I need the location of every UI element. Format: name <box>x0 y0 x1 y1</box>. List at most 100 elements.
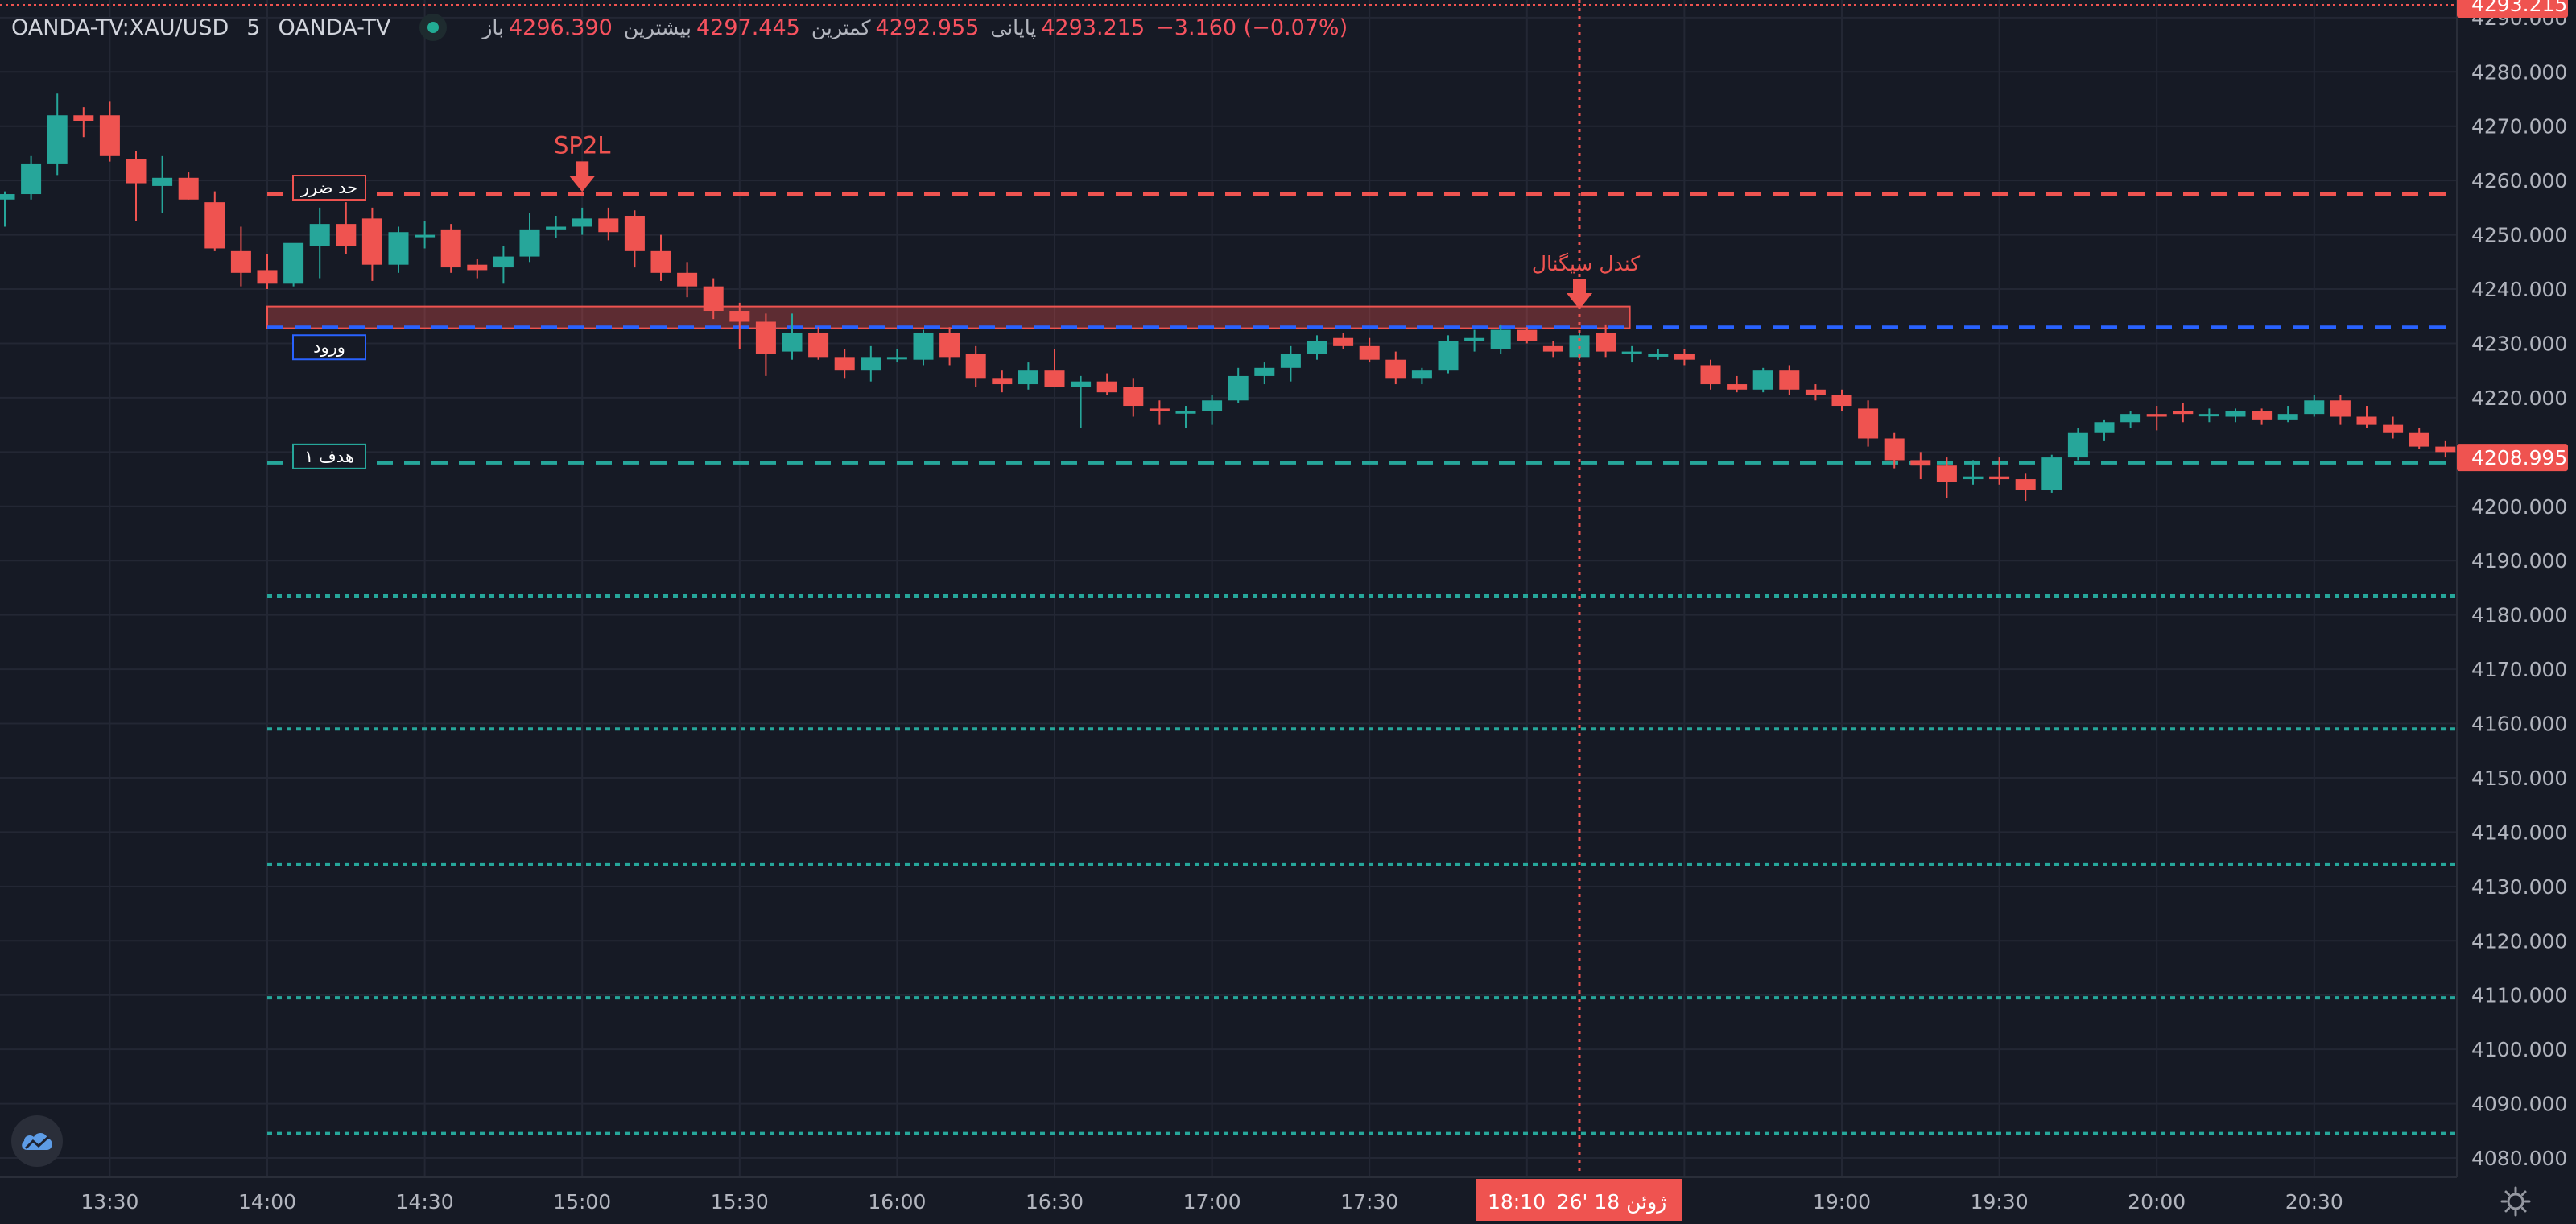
x-tick-label: 17:30 <box>1340 1190 1398 1214</box>
candle-body <box>1936 465 1957 482</box>
candle-body <box>126 159 147 184</box>
y-tick-label: 4080.000 <box>2471 1147 2567 1170</box>
candle-body <box>1910 460 1931 466</box>
data-source: OANDA-TV <box>278 14 391 40</box>
x-tick-label: 19:00 <box>1813 1190 1871 1214</box>
candle-body <box>2304 400 2325 415</box>
change-value: −3.160 (−0.07%) <box>1156 14 1348 40</box>
close-value: 4293.215 <box>1041 14 1146 40</box>
candle-body <box>230 250 251 273</box>
candle-body <box>703 286 724 312</box>
candle-body <box>257 270 278 284</box>
candle-body <box>1228 375 1249 401</box>
candle-body <box>861 357 881 371</box>
candle-body <box>913 332 934 360</box>
y-tick-label: 4220.000 <box>2471 387 2567 410</box>
last-price-label: 4208.995 <box>2471 446 2567 469</box>
candle-body <box>729 311 750 322</box>
candle-body <box>1596 332 1616 352</box>
stop-loss-label: حد ضرر <box>300 178 357 197</box>
candle-body <box>152 177 173 186</box>
candle-body <box>2067 432 2088 458</box>
y-tick-label: 4280.000 <box>2471 60 2567 84</box>
symbol-header: OANDA-TV:XAU/USD 5 OANDA-TV باز 4296.390… <box>11 11 1348 43</box>
open-label: باز <box>482 15 504 39</box>
y-tick-label: 4100.000 <box>2471 1038 2567 1061</box>
y-tick-label: 4140.000 <box>2471 821 2567 844</box>
x-tick-label: 16:00 <box>868 1190 926 1214</box>
candle-body <box>2330 400 2351 417</box>
candle-body <box>1727 384 1748 390</box>
grid <box>0 0 2473 1177</box>
candle-body <box>0 194 15 200</box>
candle-body <box>440 229 461 268</box>
candle-body <box>2041 457 2062 490</box>
x-tick-label: 13:30 <box>80 1190 138 1214</box>
y-tick-label: 4090.000 <box>2471 1093 2567 1116</box>
y-tick-label: 4120.000 <box>2471 929 2567 953</box>
candle-body <box>73 115 94 121</box>
candle-body <box>1674 354 1695 360</box>
candle-body <box>886 357 907 360</box>
x-tick-label: 14:30 <box>396 1190 454 1214</box>
candle-body <box>1542 345 1563 352</box>
x-tick-label: 19:30 <box>1971 1190 2029 1214</box>
y-tick-label: 4150.000 <box>2471 767 2567 790</box>
x-tick-label: 17:00 <box>1183 1190 1241 1214</box>
candle-body <box>2173 411 2194 415</box>
y-tick-label: 4160.000 <box>2471 713 2567 736</box>
target-1-label: هدف ۱ <box>304 447 354 466</box>
y-tick-label: 4260.000 <box>2471 169 2567 192</box>
entry-label: ورود <box>313 337 345 357</box>
candle-body <box>336 224 357 246</box>
candle-body <box>2252 411 2273 420</box>
y-tick-label: 4110.000 <box>2471 984 2567 1007</box>
candle-body <box>677 272 698 287</box>
x-tick-label: 16:30 <box>1026 1190 1084 1214</box>
x-tick-label: 20:00 <box>2128 1190 2186 1214</box>
y-tick-label: 4270.000 <box>2471 115 2567 139</box>
high-label: بیشترین <box>623 15 691 39</box>
candle-body <box>519 229 540 257</box>
sp2l-arrow-icon <box>569 161 596 192</box>
candle-body <box>309 224 330 246</box>
low-label: کمترین <box>811 15 871 39</box>
candle-body <box>2198 414 2219 417</box>
candle-body <box>1517 329 1538 341</box>
candle-body <box>1096 381 1117 393</box>
candlestick-chart[interactable]: حد ضرر ورود هدف ۱ SP2L کندل سیگنال 4290.0004… <box>0 0 2576 1224</box>
candle-body <box>572 218 592 227</box>
interval[interactable]: 5 <box>246 15 260 40</box>
candle-body <box>965 354 986 379</box>
candle-body <box>992 378 1013 385</box>
candle-body <box>1989 476 2010 480</box>
y-tick-label: 4190.000 <box>2471 549 2567 573</box>
tradingview-cloud-icon[interactable] <box>11 1115 63 1167</box>
symbol-name[interactable]: OANDA-TV:XAU/USD <box>11 15 229 40</box>
candle-body <box>2435 446 2456 453</box>
sp2l-label: SP2L <box>554 131 611 159</box>
y-tick-label: 4240.000 <box>2471 278 2567 301</box>
low-value: 4292.955 <box>875 14 980 40</box>
signal-candle-arrow-icon <box>1567 279 1592 310</box>
candle-body <box>1438 341 1459 371</box>
x-tick-label: 15:30 <box>711 1190 769 1214</box>
gear-icon[interactable] <box>2500 1185 2532 1218</box>
candle-body <box>1621 351 1642 354</box>
candle-body <box>1805 389 1826 395</box>
y-tick-label: 4180.000 <box>2471 604 2567 627</box>
annotations: حد ضرر ورود هدف ۱ SP2L کندل سیگنال <box>0 0 2457 1177</box>
candle-body <box>1018 370 1038 385</box>
candle-body <box>1490 329 1511 349</box>
candle-body <box>755 321 776 354</box>
y-tick-label: 4230.000 <box>2471 332 2567 355</box>
crosshair-price-label: 4293.215 <box>2471 0 2567 16</box>
candle-body <box>1779 370 1800 390</box>
x-tick-label: 14:00 <box>238 1190 296 1214</box>
candle-body <box>1175 411 1196 414</box>
close-label: پایانی <box>990 15 1037 39</box>
candle-body <box>1963 476 1984 480</box>
candle-body <box>939 332 960 358</box>
signal-zone <box>266 305 1631 329</box>
candle-body <box>1700 365 1721 385</box>
